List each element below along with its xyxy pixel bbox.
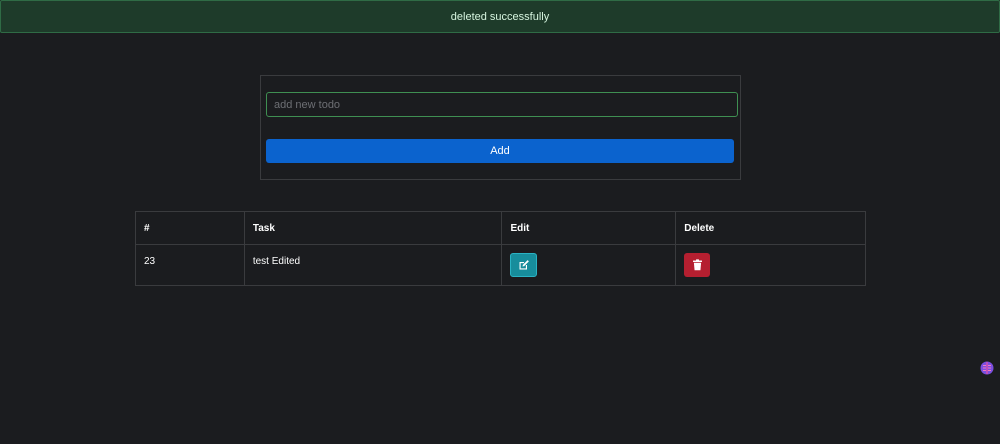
header-delete: Delete (675, 211, 866, 245)
brain-extension-icon[interactable] (980, 361, 994, 375)
add-button[interactable]: Add (266, 139, 734, 163)
todo-task: test Edited (243, 244, 503, 286)
new-todo-input[interactable] (266, 92, 738, 117)
header-task: Task (243, 211, 503, 245)
header-number: # (135, 211, 245, 245)
trash-icon (692, 259, 702, 271)
edit-button[interactable] (510, 253, 538, 277)
todo-table: # Task Edit Delete 23 test Edited (135, 211, 866, 286)
table-row: 23 test Edited (135, 244, 866, 286)
delete-button[interactable] (684, 253, 711, 277)
header-edit: Edit (501, 211, 677, 245)
success-toast: deleted successfully (0, 0, 1000, 33)
delete-cell (675, 244, 866, 286)
edit-cell (501, 244, 677, 286)
add-todo-form: Add (260, 75, 741, 180)
toast-message: deleted successfully (450, 10, 550, 23)
table-header-row: # Task Edit Delete (135, 211, 866, 245)
edit-icon (519, 260, 529, 270)
todo-id: 23 (135, 244, 245, 286)
